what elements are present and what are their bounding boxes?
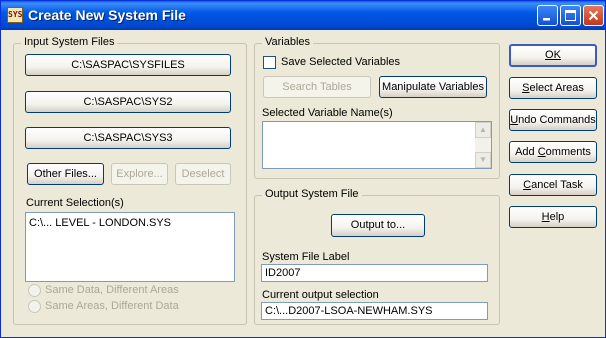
close-button[interactable]	[583, 5, 604, 26]
minimize-button[interactable]	[537, 5, 558, 26]
title-bar[interactable]: SYS Create New System File	[1, 1, 605, 30]
undo-commands-button[interactable]: Undo Commands	[509, 109, 597, 131]
system-file-label-input[interactable]: ID2007	[261, 264, 488, 282]
input-group-legend: Input System Files	[21, 36, 118, 48]
output-group-legend: Output System File	[262, 188, 362, 200]
ok-button[interactable]: OK	[509, 44, 597, 67]
help-button[interactable]: Help	[509, 206, 597, 228]
dialog-window: SYS Create New System File Input System …	[0, 0, 606, 338]
other-files-button[interactable]: Other Files...	[27, 163, 104, 185]
close-icon	[588, 10, 599, 21]
deselect-button[interactable]: Deselect	[175, 163, 231, 185]
explore-button[interactable]: Explore...	[111, 163, 168, 185]
app-icon: SYS	[7, 7, 23, 23]
input-file-button-1[interactable]: C:\SASPAC\SYSFILES	[25, 54, 231, 76]
list-item[interactable]: C:\... LEVEL - LONDON.SYS	[29, 217, 171, 229]
variables-scrollbar[interactable]: ▲ ▼	[475, 122, 491, 168]
maximize-button[interactable]	[560, 5, 581, 26]
current-selection-label: Current Selection(s)	[26, 197, 124, 209]
selected-variable-names-box[interactable]: ▲ ▼	[262, 121, 492, 169]
scroll-up-icon[interactable]: ▲	[475, 122, 491, 138]
select-areas-button[interactable]: Select Areas	[509, 77, 597, 99]
maximize-icon	[565, 10, 576, 21]
system-file-label-value: ID2007	[265, 267, 301, 279]
input-file-button-2[interactable]: C:\SASPAC\SYS2	[25, 91, 231, 113]
current-output-value: C:\...D2007-LSOA-NEWHAM.SYS	[265, 305, 433, 317]
window-title: Create New System File	[28, 7, 186, 23]
current-selection-list[interactable]: C:\... LEVEL - LONDON.SYS	[25, 212, 235, 282]
current-output-caption: Current output selection	[262, 289, 379, 301]
output-to-button[interactable]: Output to...	[331, 214, 425, 237]
system-file-label-caption: System File Label	[262, 251, 350, 263]
current-output-field[interactable]: C:\...D2007-LSOA-NEWHAM.SYS	[261, 302, 488, 320]
variables-group-legend: Variables	[262, 36, 314, 48]
same-data-label: Same Data, Different Areas	[45, 284, 179, 296]
ok-label: OK	[545, 49, 561, 61]
selected-variable-names-label: Selected Variable Name(s)	[262, 107, 393, 119]
same-data-radio[interactable]	[28, 284, 41, 297]
add-comments-button[interactable]: Add Comments	[509, 141, 597, 163]
minimize-icon	[543, 18, 550, 21]
search-tables-button[interactable]: Search Tables	[263, 76, 371, 98]
save-selected-label: Save Selected Variables	[281, 56, 401, 68]
same-areas-radio[interactable]	[28, 300, 41, 313]
scroll-down-icon[interactable]: ▼	[475, 152, 491, 168]
same-areas-label: Same Areas, Different Data	[45, 300, 179, 312]
cancel-task-button[interactable]: Cancel Task	[509, 174, 597, 196]
input-file-button-3[interactable]: C:\SASPAC\SYS3	[25, 127, 231, 149]
save-selected-checkbox[interactable]	[263, 56, 276, 69]
manipulate-variables-button[interactable]: Manipulate Variables	[379, 76, 487, 98]
